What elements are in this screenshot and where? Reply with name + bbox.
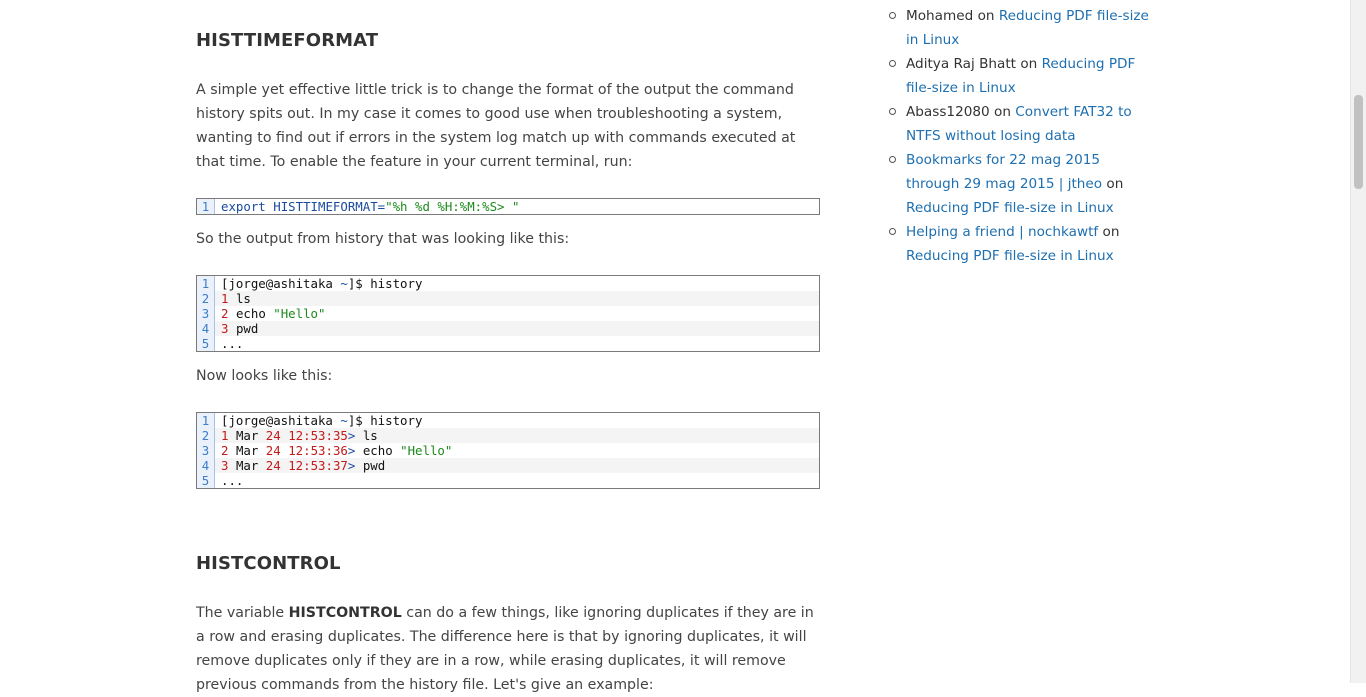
code-line: 1 Mar 24 12:53:35> ls: [215, 428, 378, 443]
before-text: So the output from history that was look…: [196, 231, 570, 247]
comment-author: Aditya Raj Bhatt: [906, 56, 1016, 72]
code-variable: HISTTIMEFORMAT: [273, 199, 378, 214]
after-text: Now looks like this:: [196, 368, 333, 384]
line-number: 1: [197, 199, 215, 214]
line-number: 5: [197, 336, 215, 351]
code-keyword: export: [221, 199, 266, 214]
line-number: 5: [197, 473, 215, 488]
code-string: "%h %d %H:%M:%S> ": [385, 199, 520, 214]
line-number: 4: [197, 458, 215, 473]
history-command: ls: [362, 428, 378, 443]
code-ellipsis: ...: [221, 473, 244, 488]
line-number: 4: [197, 321, 215, 336]
history-number: 1: [221, 291, 229, 306]
code-line: 3 Mar 24 12:53:37> pwd: [215, 458, 385, 473]
comment-on: on: [994, 104, 1011, 120]
comment-on: on: [977, 8, 995, 24]
page-scrollbar[interactable]: [1350, 0, 1366, 683]
code-block-export[interactable]: 1 export HISTTIMEFORMAT="%h %d %H:%M:%S>…: [196, 198, 820, 215]
code-line: [jorge@ashitaka ~]$ history: [215, 413, 422, 428]
history-time: 12:53:36: [288, 443, 348, 458]
history-command: ls: [235, 291, 251, 306]
history-prompt-symbol: >: [347, 458, 356, 473]
histtimeformat-intro: A simple yet effective little trick is t…: [196, 82, 796, 170]
code-ellipsis: ...: [221, 336, 244, 351]
history-command: pwd: [362, 458, 386, 473]
recent-comments-list: Mohamed on Reducing PDF file-size in Lin…: [886, 4, 1156, 268]
line-number: 3: [197, 443, 215, 458]
history-number: 3: [221, 458, 229, 473]
code-block-history-after[interactable]: 1 [jorge@ashitaka ~]$ history 2 1 Mar 24…: [196, 412, 820, 489]
history-month: Mar: [235, 428, 259, 443]
bullet-icon: [889, 228, 896, 235]
recent-comments-sidebar: Mohamed on Reducing PDF file-size in Lin…: [886, 4, 1156, 268]
history-month: Mar: [235, 443, 259, 458]
history-month: Mar: [235, 458, 259, 473]
history-prompt-symbol: >: [347, 443, 356, 458]
code-line: 2 Mar 24 12:53:36> echo "Hello": [215, 443, 452, 458]
bullet-icon: [889, 108, 896, 115]
comment-author: Abass12080: [906, 104, 990, 120]
code-line: export HISTTIMEFORMAT="%h %d %H:%M:%S> ": [215, 199, 519, 214]
code-line: [jorge@ashitaka ~]$ history: [215, 276, 422, 291]
history-prompt-symbol: >: [347, 428, 356, 443]
bullet-icon: [889, 60, 896, 67]
comment-item: Aditya Raj Bhatt on Reducing PDF file-si…: [886, 52, 1156, 100]
comment-item: Bookmarks for 22 mag 2015 through 29 mag…: [886, 148, 1156, 220]
comment-post-link[interactable]: Reducing PDF file-size in Linux: [906, 200, 1114, 216]
comment-author-link[interactable]: Helping a friend | nochkawtf: [906, 224, 1098, 240]
prompt-user: [jorge@ashitaka: [221, 276, 333, 291]
line-number: 3: [197, 306, 215, 321]
comment-post-link[interactable]: Reducing PDF file-size in Linux: [906, 248, 1114, 264]
bullet-icon: [889, 12, 896, 19]
comment-item: Helping a friend | nochkawtf on Reducing…: [886, 220, 1156, 268]
history-number: 2: [221, 306, 229, 321]
line-number: 1: [197, 413, 215, 428]
history-command: echo: [362, 443, 393, 458]
history-argument: "Hello": [273, 306, 326, 321]
history-number: 1: [221, 428, 229, 443]
bullet-icon: [889, 156, 896, 163]
history-time: 12:53:37: [288, 458, 348, 473]
line-number: 2: [197, 291, 215, 306]
prompt-dir: ~: [340, 276, 348, 291]
prompt-user: [jorge@ashitaka: [221, 413, 333, 428]
code-line: 3 pwd: [215, 321, 258, 336]
history-argument: "Hello": [400, 443, 453, 458]
history-command: pwd: [235, 321, 259, 336]
history-time: 12:53:35: [288, 428, 348, 443]
history-number: 2: [221, 443, 229, 458]
code-block-history-before[interactable]: 1 [jorge@ashitaka ~]$ history 2 1 ls 3 2…: [196, 275, 820, 352]
comment-on: on: [1102, 224, 1120, 240]
history-day: 24: [265, 428, 281, 443]
line-number: 1: [197, 276, 215, 291]
section-heading-histtimeformat: HISTTIMEFORMAT: [196, 30, 379, 51]
scrollbar-thumb[interactable]: [1354, 95, 1363, 189]
code-line: 1 ls: [215, 291, 251, 306]
histcontrol-variable: HISTCONTROL: [288, 605, 402, 621]
history-command: echo: [235, 306, 266, 321]
code-line: 2 echo "Hello": [215, 306, 325, 321]
comment-on: on: [1020, 56, 1038, 72]
comment-on: on: [1106, 176, 1124, 192]
history-day: 24: [265, 443, 281, 458]
section-heading-histcontrol: HISTCONTROL: [196, 553, 341, 574]
line-number: 2: [197, 428, 215, 443]
comment-author-link[interactable]: Bookmarks for 22 mag 2015 through 29 mag…: [906, 152, 1102, 192]
comment-author: Mohamed: [906, 8, 974, 24]
history-day: 24: [265, 458, 281, 473]
comment-item: Mohamed on Reducing PDF file-size in Lin…: [886, 4, 1156, 52]
comment-item: Abass12080 on Convert FAT32 to NTFS with…: [886, 100, 1156, 148]
prompt-end: ]$ history: [347, 413, 423, 428]
history-number: 3: [221, 321, 229, 336]
histcontrol-text-start: The variable: [196, 605, 289, 621]
prompt-end: ]$ history: [347, 276, 423, 291]
prompt-dir: ~: [340, 413, 348, 428]
